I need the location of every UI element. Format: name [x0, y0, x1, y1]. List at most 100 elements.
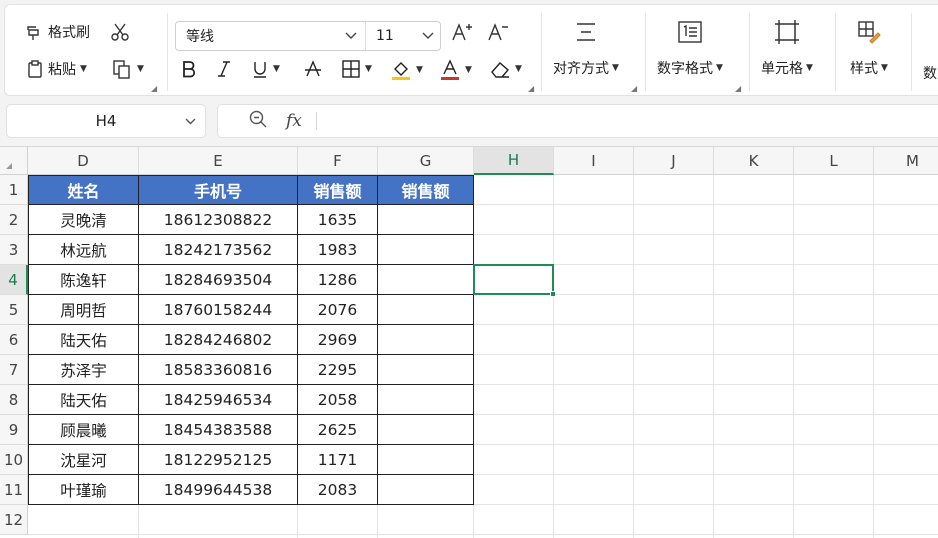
table-header-cell[interactable]: 销售额	[378, 175, 474, 205]
table-cell[interactable]: 周明哲	[28, 295, 139, 325]
expand-corner-icon[interactable]: ◢	[631, 84, 637, 93]
number-format-button[interactable]: 数字格式 ▼	[657, 19, 723, 78]
table-cell[interactable]: 18122952125	[139, 445, 298, 475]
table-cell[interactable]	[378, 475, 474, 505]
table-cell[interactable]: 18242173562	[139, 235, 298, 265]
table-cell[interactable]: 18499644538	[139, 475, 298, 505]
table-cell[interactable]: 2295	[298, 355, 378, 385]
table-cell[interactable]: 1635	[298, 205, 378, 235]
fill-handle[interactable]	[550, 291, 556, 297]
decrease-font-button[interactable]	[487, 22, 509, 42]
table-header-cell[interactable]: 姓名	[28, 175, 139, 205]
align-button[interactable]: 对齐方式 ▼	[553, 19, 619, 78]
row-header-12[interactable]: 12	[0, 505, 28, 535]
row-header-10[interactable]: 10	[0, 445, 28, 475]
row-header-5[interactable]: 5	[0, 295, 28, 325]
table-header-cell[interactable]: 手机号	[139, 175, 298, 205]
fill-color-button[interactable]: ▼	[390, 59, 423, 81]
copy-button[interactable]: ▼	[111, 59, 144, 79]
table-cell[interactable]: 1983	[298, 235, 378, 265]
cut-button[interactable]	[109, 22, 131, 42]
zoom-icon[interactable]	[248, 109, 268, 133]
table-cell[interactable]: 2969	[298, 325, 378, 355]
table-cell[interactable]: 陆天佑	[28, 325, 139, 355]
strikethrough-button[interactable]	[303, 59, 323, 79]
table-cell[interactable]	[378, 205, 474, 235]
column-header-F[interactable]: F	[298, 147, 378, 175]
select-all-corner[interactable]	[0, 147, 37, 175]
table-cell[interactable]: 2625	[298, 415, 378, 445]
table-cell[interactable]: 林远航	[28, 235, 139, 265]
table-cell[interactable]: 叶瑾瑜	[28, 475, 139, 505]
table-cell[interactable]	[378, 265, 474, 295]
column-header-J[interactable]: J	[634, 147, 714, 175]
table-cell[interactable]: 18760158244	[139, 295, 298, 325]
column-header-D[interactable]: D	[28, 147, 139, 175]
font-controls: 等线 11	[175, 21, 441, 51]
row-header-2[interactable]: 2	[0, 205, 28, 235]
expand-corner-icon[interactable]: ◢	[528, 84, 534, 93]
column-header-H[interactable]: H	[474, 147, 554, 175]
font-name-select[interactable]: 等线	[176, 22, 366, 50]
row-header-7[interactable]: 7	[0, 355, 28, 385]
table-cell[interactable]: 2076	[298, 295, 378, 325]
row-header-3[interactable]: 3	[0, 235, 28, 265]
column-header-E[interactable]: E	[139, 147, 298, 175]
expand-corner-icon[interactable]: ◢	[735, 84, 741, 93]
table-cell[interactable]	[378, 325, 474, 355]
number-group-truncated[interactable]: 数	[923, 63, 937, 83]
table-cell[interactable]	[378, 235, 474, 265]
fx-icon[interactable]: fx	[286, 111, 302, 131]
column-header-G[interactable]: G	[378, 147, 474, 175]
table-cell[interactable]: 18425946534	[139, 385, 298, 415]
font-color-button[interactable]: ▼	[439, 59, 472, 81]
formula-input[interactable]	[325, 105, 938, 137]
expand-corner-icon[interactable]: ◢	[151, 84, 157, 93]
borders-button[interactable]: ▼	[341, 59, 372, 79]
chevron-down-icon[interactable]	[184, 114, 197, 132]
row-header-4[interactable]: 4	[0, 265, 28, 295]
row-header-9[interactable]: 9	[0, 415, 28, 445]
table-cell[interactable]: 顾晨曦	[28, 415, 139, 445]
underline-button[interactable]: ▼	[251, 59, 280, 79]
table-header-cell[interactable]: 销售额	[298, 175, 378, 205]
table-cell[interactable]	[378, 445, 474, 475]
column-header-L[interactable]: L	[794, 147, 874, 175]
row-header-6[interactable]: 6	[0, 325, 28, 355]
column-header-K[interactable]: K	[714, 147, 794, 175]
table-cell[interactable]: 18284693504	[139, 265, 298, 295]
clear-format-button[interactable]: ▼	[489, 59, 522, 79]
table-cell[interactable]	[378, 295, 474, 325]
format-painter-button[interactable]: 格式刷	[25, 22, 90, 42]
table-cell[interactable]: 1171	[298, 445, 378, 475]
table-cell[interactable]	[378, 415, 474, 445]
cell-button[interactable]: 单元格 ▼	[761, 19, 813, 78]
table-cell[interactable]: 陆天佑	[28, 385, 139, 415]
paste-button[interactable]: 粘贴 ▼	[25, 59, 87, 79]
table-cell[interactable]: 陈逸轩	[28, 265, 139, 295]
table-cell[interactable]: 2058	[298, 385, 378, 415]
table-cell[interactable]: 2083	[298, 475, 378, 505]
table-cell[interactable]	[378, 355, 474, 385]
table-cell[interactable]: 18583360816	[139, 355, 298, 385]
column-header-M[interactable]: M	[874, 147, 938, 175]
row-header-8[interactable]: 8	[0, 385, 28, 415]
table-cell[interactable]: 18612308822	[139, 205, 298, 235]
active-cell-selection[interactable]	[473, 264, 556, 297]
table-cell[interactable]: 1286	[298, 265, 378, 295]
table-cell[interactable]: 18454383588	[139, 415, 298, 445]
bold-button[interactable]	[180, 59, 198, 79]
column-header-I[interactable]: I	[554, 147, 634, 175]
table-cell[interactable]	[378, 385, 474, 415]
table-cell[interactable]: 沈星河	[28, 445, 139, 475]
table-cell[interactable]: 18284246802	[139, 325, 298, 355]
table-cell[interactable]: 苏泽宇	[28, 355, 139, 385]
font-size-select[interactable]: 11	[366, 28, 440, 44]
style-button[interactable]: 样式 ▼	[850, 19, 888, 78]
row-header-1[interactable]: 1	[0, 175, 28, 205]
table-cell[interactable]: 灵晚清	[28, 205, 139, 235]
italic-button[interactable]	[215, 59, 233, 79]
name-box[interactable]: H4	[6, 104, 206, 138]
row-header-11[interactable]: 11	[0, 475, 28, 505]
increase-font-button[interactable]	[451, 22, 473, 42]
